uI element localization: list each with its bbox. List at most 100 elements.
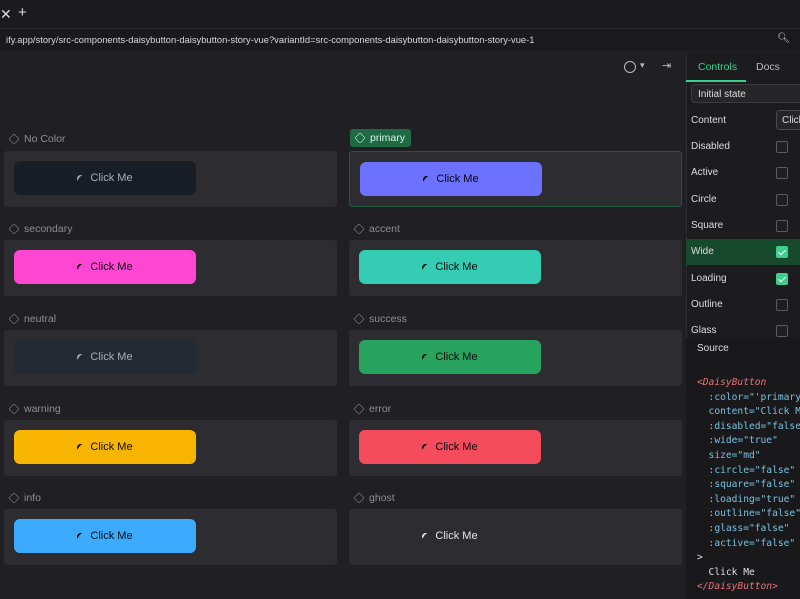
control-label: Active — [691, 167, 719, 179]
variant-preview: Click Me — [349, 151, 682, 207]
click-me-button[interactable]: Click Me — [14, 340, 196, 374]
circle-checkbox[interactable] — [776, 193, 788, 206]
variant-preview: Click Me — [4, 509, 337, 565]
source-line: :glass="false" — [697, 522, 790, 534]
cube-icon — [353, 492, 365, 504]
click-me-button[interactable]: Click Me — [359, 250, 541, 284]
variant-label-text: ghost — [369, 492, 395, 504]
loading-spinner-icon — [75, 442, 86, 452]
control-row-outline: Outline — [686, 292, 800, 318]
button-label: Click Me — [90, 530, 133, 542]
button-label: Click Me — [90, 172, 133, 184]
active-checkbox[interactable] — [776, 167, 788, 180]
click-me-button[interactable]: Click Me — [359, 430, 541, 464]
variant-label[interactable]: ghost — [353, 490, 395, 506]
loading-checkbox[interactable] — [776, 272, 788, 285]
variant-label-text: primary — [370, 132, 406, 144]
click-me-button[interactable]: Click Me — [360, 162, 542, 196]
variant-label-text: error — [369, 403, 392, 415]
loading-spinner-icon — [421, 174, 432, 184]
variant-label-text: success — [369, 313, 407, 325]
button-label: Click Me — [90, 351, 133, 363]
cube-icon — [354, 132, 366, 144]
variant-label[interactable]: success — [353, 311, 407, 327]
variant-label[interactable]: error — [353, 401, 392, 417]
button-label: Click Me — [90, 261, 133, 273]
click-me-button[interactable]: Click Me — [359, 519, 541, 553]
loading-spinner-icon — [420, 531, 431, 541]
variant-label-text: No Color — [24, 133, 66, 145]
click-me-button[interactable]: Click Me — [359, 340, 541, 374]
content-input[interactable]: Click Me — [776, 110, 800, 130]
state-select[interactable]: Initial state — [691, 84, 800, 103]
open-in-new-tab-icon[interactable]: ⇥ — [662, 59, 671, 72]
control-label: Outline — [691, 298, 723, 310]
control-label: Square — [691, 219, 724, 231]
click-me-button[interactable]: Click Me — [14, 250, 196, 284]
theme-circle-icon[interactable] — [624, 61, 636, 73]
cube-icon — [8, 492, 20, 504]
variant-label[interactable]: secondary — [8, 221, 72, 237]
cube-icon — [8, 313, 20, 325]
button-label: Click Me — [90, 441, 133, 453]
variant-preview: Click Me — [349, 240, 682, 296]
source-line: :disabled="false" — [697, 420, 800, 432]
button-label: Click Me — [435, 530, 478, 542]
loading-spinner-icon — [75, 352, 86, 362]
source-line: :wide="true" — [697, 435, 778, 447]
source-code: <DaisyButton :color="'primary'" content=… — [697, 376, 800, 595]
variant-preview: Click Me — [4, 330, 337, 386]
control-label: Glass — [691, 325, 717, 337]
chevron-down-icon[interactable]: ▾ — [640, 60, 645, 71]
address-bar[interactable]: ify.app/story/src-components-daisybutton… — [0, 29, 800, 51]
variant-label[interactable]: info — [8, 490, 41, 506]
close-tab-icon[interactable]: ✕ — [0, 6, 12, 22]
source-line: <DaisyButton — [697, 377, 767, 388]
cube-icon — [8, 403, 20, 415]
control-row-active: Active — [686, 160, 800, 186]
tab-docs[interactable]: Docs — [756, 61, 780, 73]
loading-spinner-icon — [75, 262, 86, 272]
variant-label[interactable]: primary — [350, 129, 412, 147]
variant-preview: Click Me — [4, 420, 337, 476]
click-me-button[interactable]: Click Me — [14, 161, 196, 195]
loading-spinner-icon — [75, 173, 86, 183]
button-label: Click Me — [436, 173, 479, 185]
control-row-content: Content Click Me — [686, 108, 800, 134]
variant-label[interactable]: neutral — [8, 311, 56, 327]
variant-label-text: warning — [24, 403, 61, 415]
variant-label[interactable]: No Color — [8, 131, 66, 147]
click-me-button[interactable]: Click Me — [14, 430, 196, 464]
control-label: Wide — [691, 246, 714, 258]
square-checkbox[interactable] — [776, 219, 788, 232]
cube-icon — [8, 223, 20, 235]
variant-preview: Click Me — [349, 420, 682, 476]
glass-checkbox[interactable] — [776, 325, 788, 338]
variant-label[interactable]: accent — [353, 221, 400, 237]
variant-preview: Click Me — [349, 330, 682, 386]
source-line: :loading="true" — [697, 493, 796, 505]
button-label: Click Me — [435, 441, 478, 453]
url-text[interactable]: ify.app/story/src-components-daisybutton… — [6, 34, 534, 45]
control-row-square: Square — [686, 213, 800, 239]
click-me-button[interactable]: Click Me — [14, 519, 196, 553]
control-label: Disabled — [691, 141, 730, 152]
active-tab-indicator — [686, 80, 746, 82]
source-line: size="md" — [697, 449, 761, 461]
disabled-checkbox[interactable] — [776, 141, 788, 153]
new-tab-button[interactable]: + — [18, 5, 27, 21]
control-row-wide: Wide — [686, 239, 800, 266]
button-label: Click Me — [435, 261, 478, 273]
source-line: content="Click Me" — [708, 406, 800, 418]
zoom-icon[interactable]: 🔍︎ — [777, 33, 790, 44]
variant-label[interactable]: warning — [8, 401, 61, 417]
wide-checkbox[interactable] — [776, 246, 788, 259]
source-line: :circle="false" — [697, 464, 796, 476]
cube-icon — [353, 223, 365, 235]
source-line: :outline="false" — [697, 508, 800, 520]
source-line: > — [697, 552, 703, 564]
cube-icon — [353, 403, 365, 415]
outline-checkbox[interactable] — [776, 298, 788, 311]
tab-controls[interactable]: Controls — [698, 61, 737, 73]
source-line: :color="'primary'" — [708, 391, 800, 403]
